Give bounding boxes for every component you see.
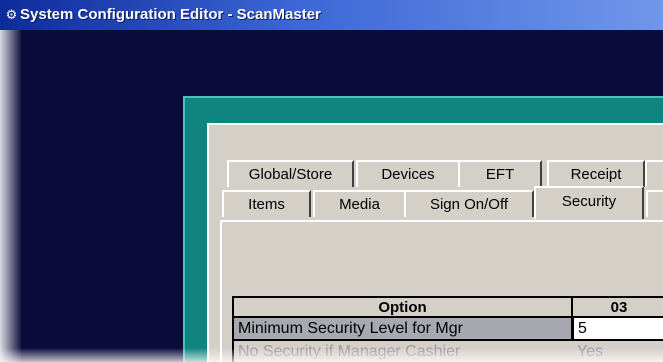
options-grid: Option 03 Minimum Security Level for Mgr… <box>232 296 663 362</box>
app-window: ⚙ System Configuration Editor - ScanMast… <box>0 0 663 362</box>
tab-more-row1[interactable] <box>645 160 663 187</box>
tab-sign-on-off[interactable]: Sign On/Off <box>404 190 534 217</box>
option-cell[interactable]: Minimum Security Level for Mgr <box>234 318 573 341</box>
option-cell[interactable]: No Security if Manager Cashier <box>234 341 573 362</box>
tab-devices[interactable]: Devices <box>356 160 460 187</box>
tab-eft[interactable]: EFT <box>458 160 542 187</box>
tab-media[interactable]: Media <box>313 190 406 217</box>
window-title: System Configuration Editor - ScanMaster <box>20 6 321 23</box>
tab-items[interactable]: Items <box>222 190 311 217</box>
tab-security[interactable]: Security <box>534 186 644 219</box>
tab-global-store[interactable]: Global/Store <box>227 160 354 187</box>
tab-receipt[interactable]: Receipt <box>547 160 645 187</box>
app-icon[interactable]: ⚙ <box>4 8 19 23</box>
value-field[interactable]: 5 <box>573 318 663 341</box>
value-field[interactable]: Yes <box>573 341 663 362</box>
title-bar[interactable]: ⚙ System Configuration Editor - ScanMast… <box>0 0 663 30</box>
column-header-option[interactable]: Option <box>234 298 573 318</box>
column-header-03[interactable]: 03 <box>573 298 663 318</box>
tab-more-row2[interactable] <box>646 190 663 217</box>
edge-fade-left <box>0 30 22 362</box>
